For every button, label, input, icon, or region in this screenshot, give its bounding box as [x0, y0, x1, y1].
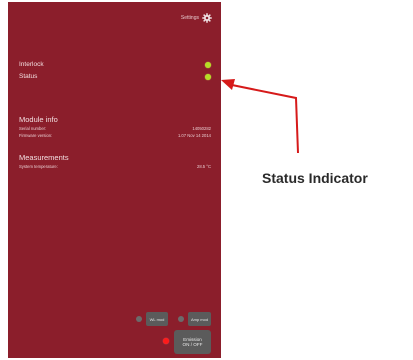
- status-indicator-callout: Status Indicator: [262, 170, 368, 186]
